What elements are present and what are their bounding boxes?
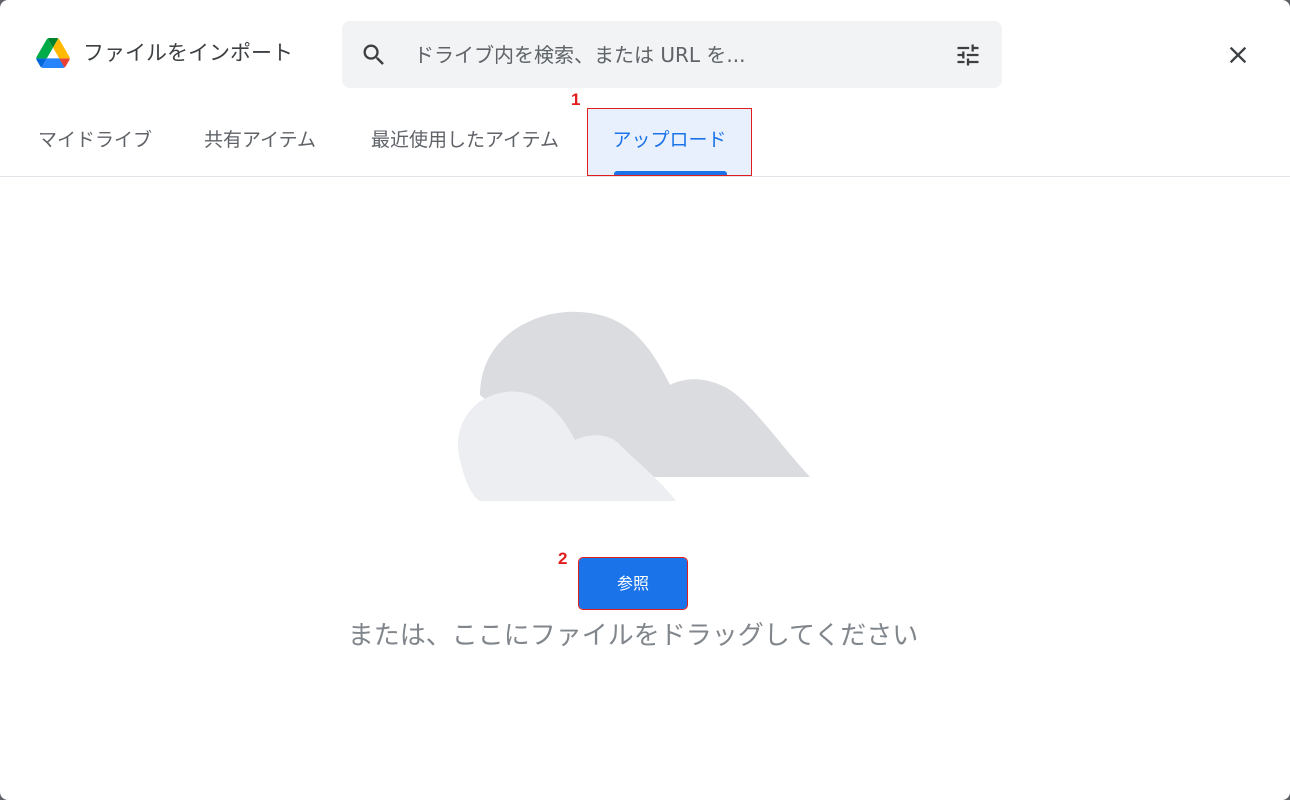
search-input[interactable] [414, 39, 924, 71]
search-bar[interactable] [342, 21, 1002, 88]
tab-shared-items[interactable]: 共有アイテム [199, 108, 321, 176]
active-tab-indicator [614, 171, 727, 175]
tab-upload[interactable]: アップロード [587, 108, 752, 176]
search-icon[interactable] [360, 41, 388, 69]
annotation-marker-2: 2 [558, 549, 568, 568]
import-file-dialog: ファイルをインポート 1 マイドライブ 共有アイテム 最近使用したアイテム アッ… [0, 0, 1290, 800]
browse-button[interactable]: 参照 [578, 557, 688, 610]
tab-recent-items[interactable]: 最近使用したアイテム [364, 108, 566, 176]
cloud-illustration [457, 311, 810, 501]
tune-icon[interactable] [954, 41, 982, 69]
tab-my-drive[interactable]: マイドライブ [34, 108, 156, 176]
annotation-marker-1: 1 [571, 90, 581, 109]
close-icon[interactable] [1224, 41, 1252, 69]
tab-bar: マイドライブ 共有アイテム 最近使用したアイテム アップロード [0, 108, 1290, 177]
dialog-header: ファイルをインポート [0, 0, 1290, 108]
google-drive-logo-icon [36, 38, 70, 68]
dialog-title: ファイルをインポート [83, 41, 293, 65]
tab-upload-label: アップロード [612, 129, 727, 151]
drag-instruction-text: または、ここにファイルをドラッグしてください [347, 621, 919, 651]
